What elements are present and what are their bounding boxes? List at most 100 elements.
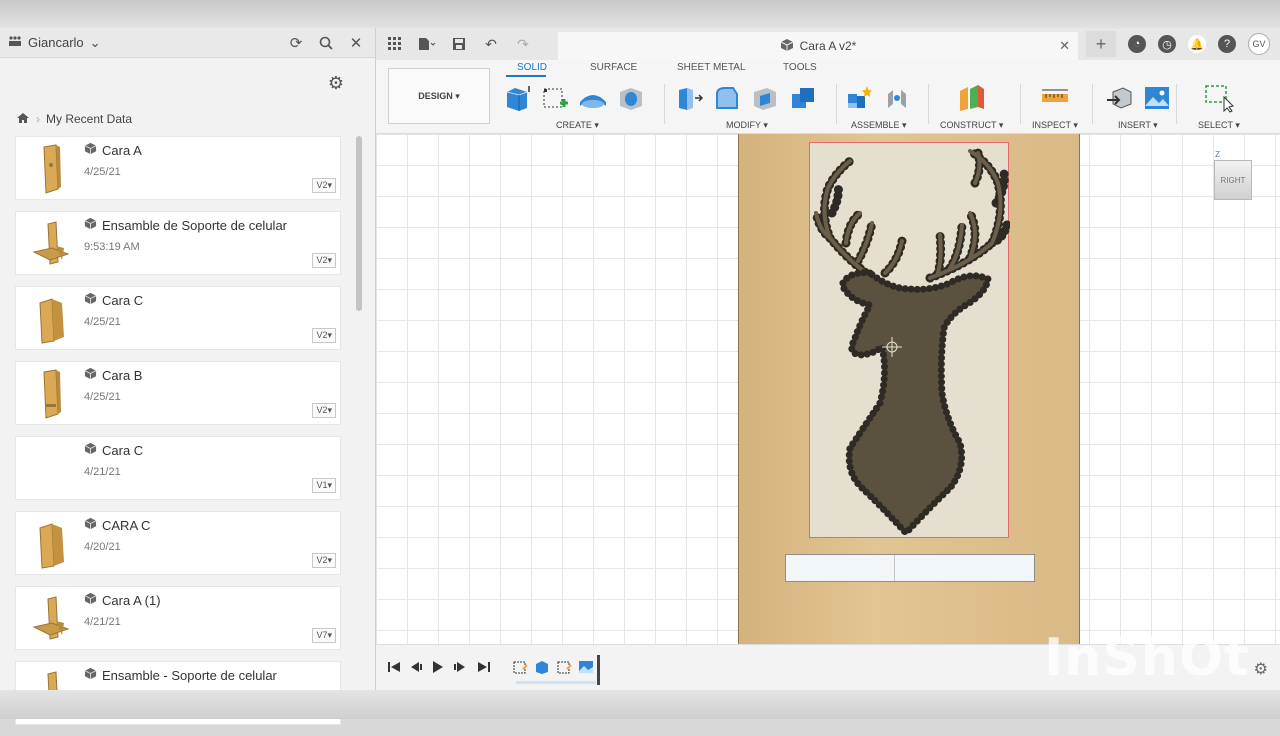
construct-menu[interactable]: CONSTRUCT ▾: [940, 120, 1003, 131]
undo-icon[interactable]: ↶: [478, 31, 504, 57]
go-to-end-icon[interactable]: [476, 659, 492, 675]
close-tab-icon[interactable]: ✕: [1059, 38, 1070, 54]
data-panel-grid-icon[interactable]: [382, 31, 408, 57]
item-name[interactable]: Cara A (1): [102, 593, 161, 608]
insert-menu[interactable]: INSERT ▾: [1118, 120, 1158, 131]
version-badge[interactable]: V2▾: [312, 328, 336, 343]
go-to-start-icon[interactable]: [386, 659, 402, 675]
job-status-icon[interactable]: ◷: [1158, 35, 1176, 53]
timeline-extrude-icon[interactable]: [534, 659, 550, 675]
refresh-icon[interactable]: ⟳: [285, 32, 307, 54]
sketch-region[interactable]: [809, 142, 1013, 539]
modify-menu[interactable]: MODIFY ▾: [726, 120, 768, 131]
apps-grid-icon: [8, 35, 22, 50]
close-icon[interactable]: ✕: [345, 32, 367, 54]
version-badge[interactable]: V1▾: [312, 478, 336, 493]
new-component-icon[interactable]: [844, 83, 874, 113]
list-item[interactable]: Cara A 4/25/21 V2▾: [15, 136, 341, 200]
scrollbar[interactable]: [356, 136, 362, 311]
timeline-image-icon[interactable]: [578, 659, 594, 675]
offset-plane-icon[interactable]: [956, 83, 986, 113]
design-thumbnail[interactable]: [30, 143, 72, 195]
notifications-bell-icon[interactable]: 🔔: [1188, 35, 1206, 53]
tab-solid[interactable]: SOLID: [517, 62, 547, 73]
list-item[interactable]: CARA C 4/20/21 V2▾: [15, 511, 341, 575]
item-name[interactable]: Cara C: [102, 443, 143, 458]
combine-icon[interactable]: [788, 83, 818, 113]
timeline-gear-icon[interactable]: ⚙: [1254, 659, 1268, 679]
new-tab-plus-icon[interactable]: +: [1086, 31, 1116, 57]
help-icon[interactable]: ?: [1218, 35, 1236, 53]
timeline-marker[interactable]: [597, 655, 600, 685]
extensions-icon[interactable]: ◔: [1128, 35, 1146, 53]
file-menu-icon[interactable]: [414, 31, 440, 57]
inspect-menu[interactable]: INSPECT ▾: [1032, 120, 1078, 131]
wood-panel-body[interactable]: [738, 134, 1080, 644]
design-thumbnail[interactable]: [30, 518, 72, 570]
create-menu[interactable]: CREATE ▾: [556, 120, 599, 131]
timeline-sketch-icon[interactable]: [512, 659, 528, 675]
viewcube[interactable]: RIGHT: [1214, 160, 1252, 200]
workspace-switcher[interactable]: DESIGN ▾: [388, 68, 490, 124]
item-name[interactable]: Cara A: [102, 143, 142, 158]
joint-icon[interactable]: [882, 83, 912, 113]
timeline-sketch-icon-2[interactable]: [556, 659, 572, 675]
version-badge[interactable]: V2▾: [312, 178, 336, 193]
item-name[interactable]: Ensamble - Soporte de celular: [102, 668, 277, 683]
press-pull-icon[interactable]: [674, 83, 704, 113]
deer-silhouette[interactable]: [810, 143, 1013, 539]
save-icon[interactable]: [446, 31, 472, 57]
create-sketch-icon[interactable]: [540, 83, 570, 113]
item-name[interactable]: Cara C: [102, 293, 143, 308]
list-item[interactable]: Cara C 4/25/21 V2▾: [15, 286, 341, 350]
item-name[interactable]: Cara B: [102, 368, 142, 383]
measure-icon[interactable]: [1040, 83, 1070, 113]
home-icon[interactable]: [16, 112, 30, 127]
list-item[interactable]: Ensamble de Soporte de celular 9:53:19 AM…: [15, 211, 341, 275]
document-tab[interactable]: Cara A v2* ✕: [558, 32, 1078, 60]
design-canvas[interactable]: Z RIGHT: [376, 134, 1280, 644]
item-date: 4/25/21: [84, 316, 121, 328]
play-icon[interactable]: [430, 659, 446, 675]
breadcrumb-label[interactable]: My Recent Data: [46, 112, 132, 126]
revolve-icon[interactable]: [578, 83, 608, 113]
item-name[interactable]: CARA C: [102, 518, 150, 533]
list-item[interactable]: Cara C 4/21/21 V1▾: [15, 436, 341, 500]
design-thumbnail[interactable]: [30, 293, 72, 345]
version-badge[interactable]: V7▾: [312, 628, 336, 643]
redo-icon[interactable]: ↷: [510, 31, 536, 57]
avatar[interactable]: GV: [1248, 33, 1270, 55]
select-menu[interactable]: SELECT ▾: [1198, 120, 1240, 131]
design-thumbnail[interactable]: [30, 443, 72, 495]
list-item[interactable]: Cara B 4/25/21 V2▾: [15, 361, 341, 425]
step-forward-icon[interactable]: [452, 659, 468, 675]
version-badge[interactable]: V2▾: [312, 553, 336, 568]
search-icon[interactable]: [315, 32, 337, 54]
design-thumbnail[interactable]: [30, 593, 72, 645]
gear-icon[interactable]: ⚙: [325, 72, 347, 94]
step-back-icon[interactable]: [408, 659, 424, 675]
toolbar-divider: [928, 84, 929, 124]
axis-z-label: Z: [1215, 150, 1220, 159]
user-menu[interactable]: Giancarlo ⌄: [8, 35, 101, 51]
shell-icon[interactable]: [750, 83, 780, 113]
insert-image-icon[interactable]: [1142, 83, 1172, 113]
item-name[interactable]: Ensamble de Soporte de celular: [102, 218, 287, 233]
extrude-icon[interactable]: [502, 83, 532, 113]
list-item[interactable]: Cara A (1) 4/21/21 V7▾: [15, 586, 341, 650]
select-window-icon[interactable]: [1204, 83, 1234, 113]
assemble-menu[interactable]: ASSEMBLE ▾: [851, 120, 907, 131]
top-blur-strip: [0, 0, 1280, 28]
tab-sheet-metal[interactable]: SHEET METAL: [677, 62, 746, 73]
design-thumbnail[interactable]: [30, 218, 72, 270]
tab-tools[interactable]: TOOLS: [783, 62, 817, 73]
phone-slot-sketch[interactable]: [785, 554, 1035, 582]
insert-derive-icon[interactable]: [1104, 83, 1134, 113]
fillet-icon[interactable]: [712, 83, 742, 113]
version-badge[interactable]: V2▾: [312, 403, 336, 418]
design-thumbnail[interactable]: [30, 368, 72, 420]
version-badge[interactable]: V2▾: [312, 253, 336, 268]
item-meta: Cara C 4/21/21: [84, 442, 143, 479]
tab-surface[interactable]: SURFACE: [590, 62, 637, 73]
hole-icon[interactable]: [616, 83, 646, 113]
